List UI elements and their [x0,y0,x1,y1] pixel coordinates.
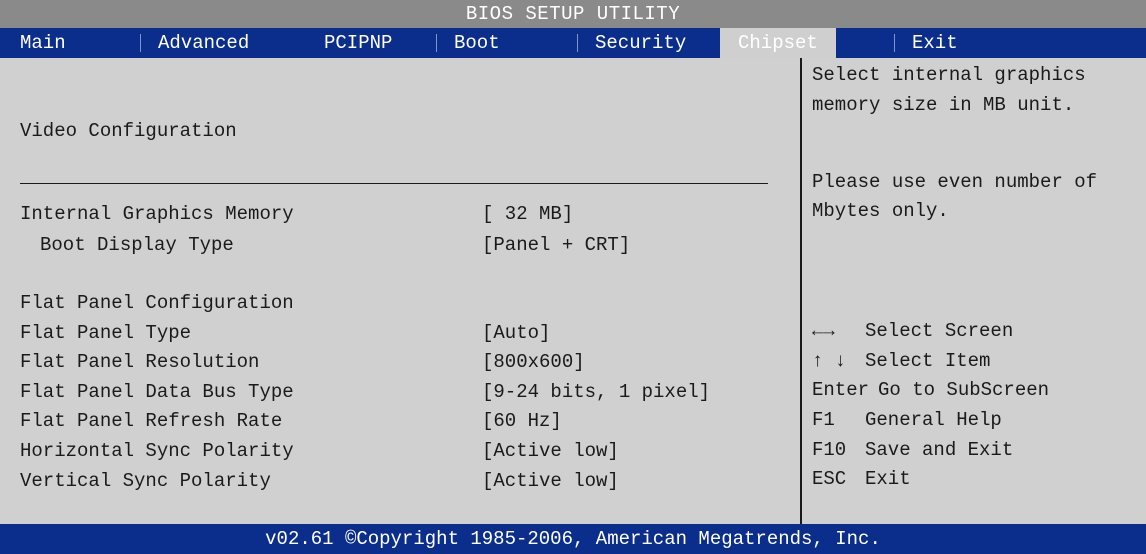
setting-label: Flat Panel Resolution [20,351,260,373]
section-divider [20,183,768,184]
setting-label: Boot Display Type [40,234,234,256]
tab-pcipnp[interactable]: PCIPNP [306,28,410,58]
arrow-left-right-icon: ←→ [812,320,835,342]
setting-value[interactable]: [60 Hz] [482,410,562,432]
setting-value[interactable]: [800x600] [482,351,585,373]
window-title: BIOS SETUP UTILITY [0,0,1146,28]
setting-row-flat-panel-resolution[interactable]: Flat Panel Resolution [800x600] [20,351,780,375]
arrow-up-down-icon: ↑ ↓ [812,350,847,372]
key-help-go-to-subscreen: Go to SubScreen [878,379,1050,401]
key-enter: Enter [812,379,870,401]
key-f10: F10 [812,439,847,461]
key-esc: ESC [812,468,847,490]
main-panel: Video Configuration Internal Graphics Me… [0,58,1146,524]
menu-tab-bar: Main Advanced PCIPNP Boot Security Chips… [0,28,1146,58]
tab-advanced[interactable]: Advanced [140,28,267,58]
copyright-footer: v02.61 ©Copyright 1985-2006, American Me… [0,524,1146,554]
setting-value[interactable]: [ 32 MB] [482,203,573,225]
tab-boot[interactable]: Boot [436,28,518,58]
setting-row-boot-display-type[interactable]: Boot Display Type [Panel + CRT] [20,234,780,258]
section-title: Video Configuration [20,120,237,142]
key-help-general-help: General Help [865,409,1002,431]
help-panel: Select internal graphics memory size in … [812,58,1146,524]
tab-security[interactable]: Security [577,28,704,58]
setting-row-horizontal-sync-polarity[interactable]: Horizontal Sync Polarity [Active low] [20,440,780,464]
help-text-line: Select internal graphics [812,64,1086,86]
help-text-line: memory size in MB unit. [812,94,1075,116]
setting-value[interactable]: [Auto] [482,322,550,344]
key-help-select-screen: Select Screen [865,320,1014,342]
setting-row-flat-panel-type[interactable]: Flat Panel Type [Auto] [20,322,780,346]
setting-row-flat-panel-data-bus-type[interactable]: Flat Panel Data Bus Type [9-24 bits, 1 p… [20,381,780,405]
settings-panel: Video Configuration Internal Graphics Me… [0,58,800,524]
setting-label: Internal Graphics Memory [20,203,294,225]
setting-label: Vertical Sync Polarity [20,470,271,492]
key-help-exit: Exit [865,468,911,490]
setting-row-vertical-sync-polarity[interactable]: Vertical Sync Polarity [Active low] [20,470,780,494]
setting-label: Flat Panel Data Bus Type [20,381,294,403]
setting-label: Flat Panel Refresh Rate [20,410,283,432]
panel-divider [800,58,802,524]
setting-label: Flat Panel Configuration [20,292,294,314]
setting-row-flat-panel-configuration: Flat Panel Configuration [20,292,780,316]
key-help-select-item: Select Item [865,350,991,372]
setting-row-internal-graphics-memory[interactable]: Internal Graphics Memory [ 32 MB] [20,203,780,227]
setting-label: Horizontal Sync Polarity [20,440,294,462]
key-help-save-and-exit: Save and Exit [865,439,1014,461]
tab-exit[interactable]: Exit [894,28,976,58]
tab-main[interactable]: Main [2,28,84,58]
setting-label: Flat Panel Type [20,322,192,344]
setting-value[interactable]: [Panel + CRT] [482,234,630,256]
help-text-line: Please use even number of [812,171,1098,193]
key-f1: F1 [812,409,835,431]
setting-value[interactable]: [Active low] [482,470,619,492]
help-text-line: Mbytes only. [812,200,949,222]
setting-value[interactable]: [Active low] [482,440,619,462]
tab-chipset[interactable]: Chipset [720,28,836,58]
bios-screen: BIOS SETUP UTILITY Main Advanced PCIPNP … [0,0,1146,554]
setting-value[interactable]: [9-24 bits, 1 pixel] [482,381,710,403]
setting-row-flat-panel-refresh-rate[interactable]: Flat Panel Refresh Rate [60 Hz] [20,410,780,434]
